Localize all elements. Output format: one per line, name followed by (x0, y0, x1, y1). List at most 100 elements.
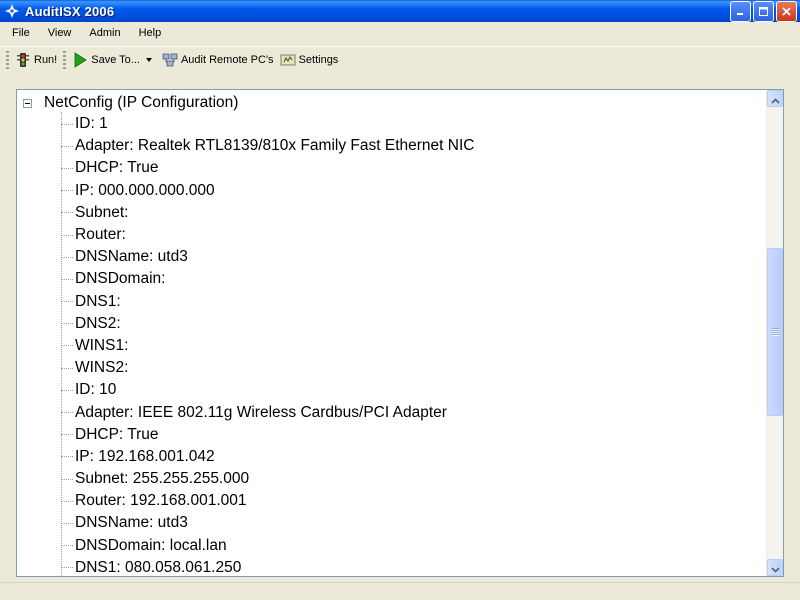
close-button[interactable] (776, 1, 797, 22)
tree-item-label: Adapter: IEEE 802.11g Wireless Cardbus/P… (75, 403, 447, 421)
status-bar (0, 582, 800, 600)
chevron-down-icon[interactable] (145, 57, 152, 62)
toolbar: Run! Save To... Audit Remote PC's Settin… (0, 46, 800, 72)
chevron-down-icon (770, 558, 780, 576)
tree-item-label: DNSName: utd3 (75, 514, 188, 532)
tree-item[interactable]: Router: 192.168.001.001 (61, 490, 474, 512)
tree-item-label: DNS1: (75, 292, 121, 310)
run-button[interactable]: Run! (15, 49, 57, 71)
tree-item[interactable]: Subnet: 255.255.255.000 (61, 468, 474, 490)
maximize-button[interactable] (753, 1, 774, 22)
tree-branch-line (61, 367, 73, 369)
tree-item[interactable]: Subnet: (61, 202, 474, 224)
maximize-icon (758, 2, 769, 21)
tree-branch-line (61, 500, 73, 502)
toolbar-grip[interactable] (6, 50, 9, 69)
tree-item[interactable]: Adapter: IEEE 802.11g Wireless Cardbus/P… (61, 401, 474, 423)
chevron-up-icon (770, 90, 780, 108)
app-window: AuditISX 2006 File View Admin Help Run! … (0, 0, 800, 600)
tree-branch-line (61, 434, 73, 436)
menu-file[interactable]: File (12, 27, 30, 39)
tree-item-label: Subnet: 255.255.255.000 (75, 470, 250, 488)
tree-branch-line (61, 190, 73, 192)
thumb-grip-icon (771, 328, 779, 336)
tree-item[interactable]: WINS1: (61, 335, 474, 357)
tree-item-label: WINS2: (75, 359, 129, 377)
tree-branch-line (61, 145, 73, 147)
tree-branch-line (61, 278, 73, 280)
settings-label: Settings (298, 53, 339, 66)
menu-view[interactable]: View (48, 27, 72, 39)
tree-branch-line (61, 301, 73, 303)
minimize-button[interactable] (730, 1, 751, 22)
tree-item[interactable]: DHCP: True (61, 424, 474, 446)
run-label: Run! (34, 53, 58, 66)
tree-branch-line (61, 478, 73, 480)
scroll-down-button[interactable] (767, 559, 783, 576)
save-to-label: Save To... (91, 53, 140, 66)
tree-item-label: DHCP: True (75, 159, 159, 177)
tree-children: ID: 1 Adapter: Realtek RTL8139/810x Famil… (61, 113, 474, 576)
vertical-scrollbar[interactable] (766, 90, 783, 576)
tree-item-label: DNS1: 080.058.061.250 (75, 558, 242, 576)
tree-content: NetConfig (IP Configuration) ID: 1 Adapte… (17, 90, 767, 576)
tree-item-label: Router: 192.168.001.001 (75, 492, 247, 510)
tree-item-label: DNSDomain: (75, 270, 166, 288)
audit-remote-label: Audit Remote PC's (180, 53, 274, 66)
menu-bar: File View Admin Help (0, 22, 800, 44)
tree-branch-line (61, 389, 73, 391)
tree-item[interactable]: DNSName: utd3 (61, 512, 474, 534)
tree-item[interactable]: DNS1: 080.058.061.250 (61, 557, 474, 576)
minimize-icon (735, 2, 746, 21)
save-to-button[interactable]: Save To... (72, 49, 156, 71)
traffic-light-icon (15, 52, 31, 68)
tree-item[interactable]: DNSDomain: (61, 268, 474, 290)
tree-root-label: NetConfig (IP Configuration) (44, 94, 239, 111)
tree-branch-line (61, 412, 73, 414)
tree-item-label: ID: 10 (75, 381, 117, 399)
tree-item[interactable]: IP: 192.168.001.042 (61, 446, 474, 468)
tree-item-label: ID: 1 (75, 115, 108, 133)
tree-item[interactable]: DNS2: (61, 313, 474, 335)
tree-item-label: DNS2: (75, 314, 121, 332)
tree-item[interactable]: ID: 10 (61, 379, 474, 401)
menu-help[interactable]: Help (139, 27, 162, 39)
collapse-icon[interactable] (23, 98, 32, 108)
tree-item[interactable]: DHCP: True (61, 157, 474, 179)
tree-item-label: IP: 192.168.001.042 (75, 447, 215, 465)
scroll-up-button[interactable] (767, 90, 783, 107)
tree-item[interactable]: IP: 000.000.000.000 (61, 180, 474, 202)
tree-item[interactable]: WINS2: (61, 357, 474, 379)
close-icon (781, 2, 792, 21)
settings-panel-icon (280, 52, 296, 68)
toolbar-separator (63, 50, 67, 69)
tree-item-label: DHCP: True (75, 425, 159, 443)
tree-item-label: Adapter: Realtek RTL8139/810x Family Fas… (75, 137, 475, 155)
scrollbar-thumb[interactable] (767, 248, 783, 416)
settings-button[interactable]: Settings (280, 49, 339, 71)
tree-branch-line (61, 123, 73, 125)
audit-remote-button[interactable]: Audit Remote PC's (162, 49, 274, 71)
tree-item[interactable]: ID: 1 (61, 113, 474, 135)
network-star-icon (5, 4, 19, 18)
tree-branch-line (61, 522, 73, 524)
tree-branch-line (61, 323, 73, 325)
tree-item[interactable]: Adapter: Realtek RTL8139/810x Family Fas… (61, 135, 474, 157)
tree-branch-line (61, 345, 73, 347)
tree-item[interactable]: Router: (61, 224, 474, 246)
tree-root-node[interactable]: NetConfig (IP Configuration) (23, 92, 238, 114)
netconfig-tree-view[interactable]: NetConfig (IP Configuration) ID: 1 Adapte… (16, 89, 784, 577)
tree-branch-line (61, 456, 73, 458)
tree-item[interactable]: DNSDomain: local.lan (61, 535, 474, 557)
tree-item-label: WINS1: (75, 336, 129, 354)
play-arrow-icon (72, 51, 88, 68)
tree-item-label: Router: (75, 226, 126, 244)
tree-item[interactable]: DNS1: (61, 291, 474, 313)
menu-admin[interactable]: Admin (89, 27, 120, 39)
tree-item[interactable]: DNSName: utd3 (61, 246, 474, 268)
tree-branch-line (61, 545, 73, 547)
title-bar[interactable]: AuditISX 2006 (0, 0, 800, 22)
tree-item-label: DNSDomain: local.lan (75, 536, 227, 554)
tree-branch-line (61, 256, 73, 258)
tree-item-label: Subnet: (75, 203, 129, 221)
